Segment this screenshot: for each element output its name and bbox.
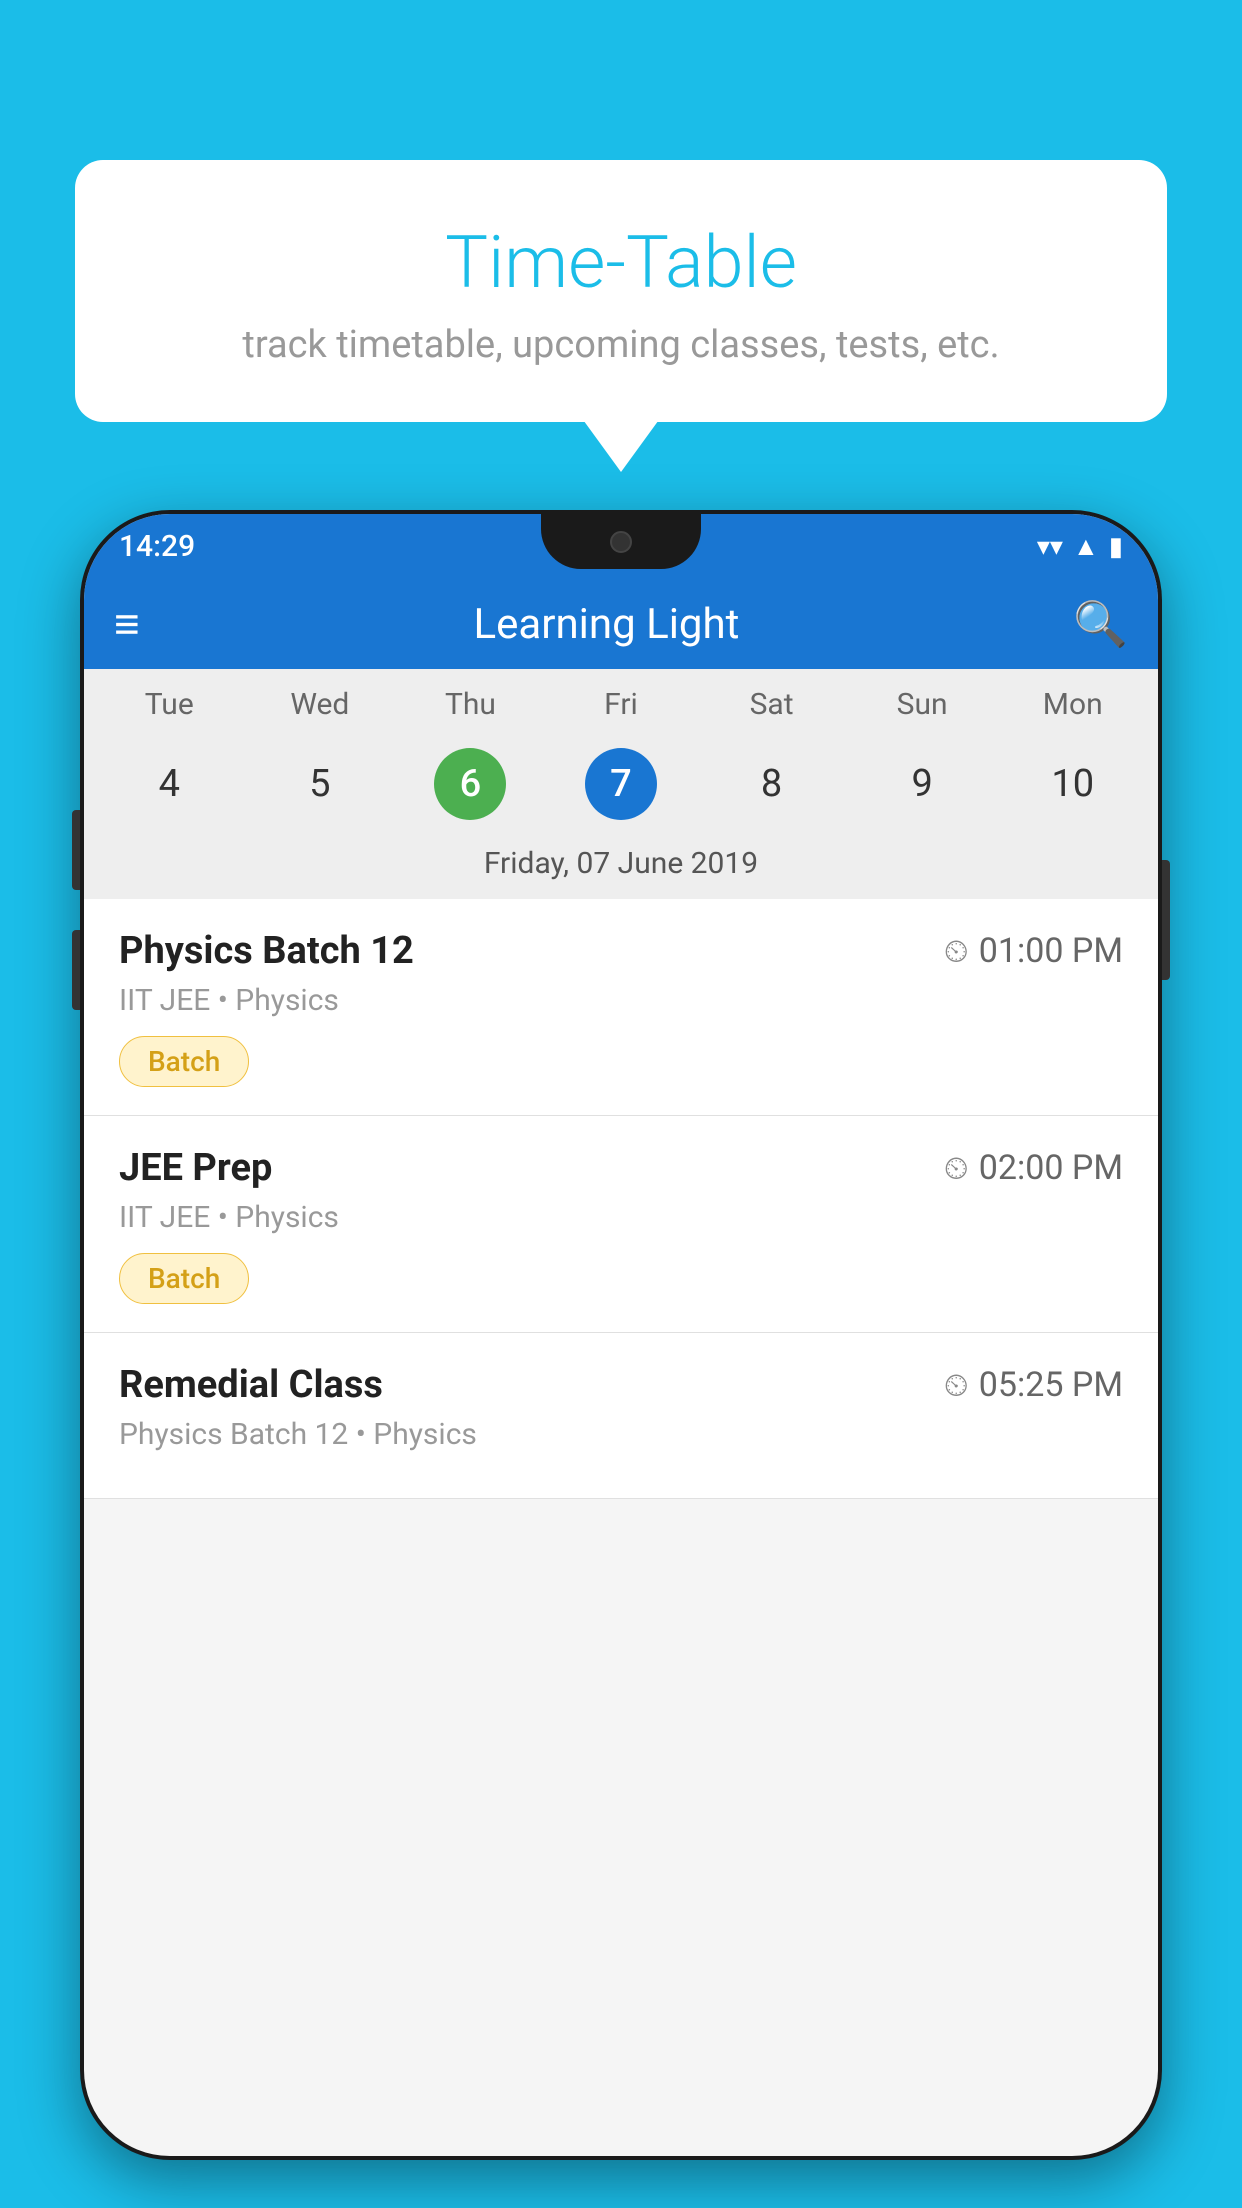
item-3-time: ⏲ 05:25 PM	[944, 1365, 1123, 1405]
phone-screen: 14:29 ▾▾ ▲ ▮ ≡ Learning Light 🔍 Tue	[84, 514, 1158, 2156]
date-7[interactable]: 7	[546, 740, 697, 828]
day-tue: Tue	[94, 687, 245, 732]
signal-icon: ▲	[1073, 531, 1099, 562]
search-icon[interactable]: 🔍	[1073, 598, 1128, 650]
date-6[interactable]: 6	[395, 740, 546, 828]
item-2-subtitle: IIT JEE • Physics	[119, 1200, 1123, 1235]
day-sat: Sat	[696, 687, 847, 732]
item-2-time: ⏲ 02:00 PM	[944, 1148, 1123, 1188]
phone-wrapper: 14:29 ▾▾ ▲ ▮ ≡ Learning Light 🔍 Tue	[80, 510, 1162, 2208]
item-1-time-text: 01:00 PM	[979, 931, 1123, 971]
schedule-item-1[interactable]: Physics Batch 12 ⏲ 01:00 PM IIT JEE • Ph…	[84, 899, 1158, 1116]
power-button	[1162, 860, 1170, 980]
status-time: 14:29	[119, 529, 195, 564]
selected-date-label: Friday, 07 June 2019	[84, 836, 1158, 899]
wifi-icon: ▾▾	[1037, 532, 1063, 562]
item-2-time-text: 02:00 PM	[979, 1148, 1123, 1188]
speech-bubble: Time-Table track timetable, upcoming cla…	[75, 160, 1167, 422]
battery-icon: ▮	[1109, 532, 1123, 562]
item-2-title: JEE Prep	[119, 1146, 272, 1190]
item-3-subtitle: Physics Batch 12 • Physics	[119, 1417, 1123, 1452]
menu-icon[interactable]: ≡	[114, 602, 140, 646]
day-wed: Wed	[245, 687, 396, 732]
day-mon: Mon	[997, 687, 1148, 732]
date-5[interactable]: 5	[245, 740, 396, 828]
clock-icon-1: ⏲	[944, 932, 969, 971]
clock-icon-3: ⏲	[944, 1366, 969, 1405]
date-10[interactable]: 10	[997, 740, 1148, 828]
date-today-circle[interactable]: 6	[434, 748, 506, 820]
days-header: Tue Wed Thu Fri Sat Sun Mon	[84, 687, 1158, 732]
camera	[610, 531, 632, 553]
phone-frame: 14:29 ▾▾ ▲ ▮ ≡ Learning Light 🔍 Tue	[80, 510, 1162, 2160]
bubble-title: Time-Table	[125, 220, 1117, 305]
day-thu: Thu	[395, 687, 546, 732]
clock-icon-2: ⏲	[944, 1149, 969, 1188]
item-2-header: JEE Prep ⏲ 02:00 PM	[119, 1146, 1123, 1190]
nav-bar: ≡ Learning Light 🔍	[84, 579, 1158, 669]
day-fri: Fri	[546, 687, 697, 732]
item-1-header: Physics Batch 12 ⏲ 01:00 PM	[119, 929, 1123, 973]
schedule-item-2[interactable]: JEE Prep ⏲ 02:00 PM IIT JEE • Physics Ba…	[84, 1116, 1158, 1333]
date-9[interactable]: 9	[847, 740, 998, 828]
item-1-subtitle: IIT JEE • Physics	[119, 983, 1123, 1018]
date-selected-circle[interactable]: 7	[585, 748, 657, 820]
notch	[541, 514, 701, 569]
volume-button-up	[72, 810, 80, 890]
status-icons: ▾▾ ▲ ▮	[1037, 531, 1123, 562]
status-bar: 14:29 ▾▾ ▲ ▮	[84, 514, 1158, 579]
volume-button-down	[72, 930, 80, 1010]
schedule-item-3[interactable]: Remedial Class ⏲ 05:25 PM Physics Batch …	[84, 1333, 1158, 1499]
item-1-time: ⏲ 01:00 PM	[944, 931, 1123, 971]
item-2-badge: Batch	[119, 1253, 249, 1304]
bubble-subtitle: track timetable, upcoming classes, tests…	[125, 323, 1117, 367]
day-sun: Sun	[847, 687, 998, 732]
item-3-title: Remedial Class	[119, 1363, 383, 1407]
app-title: Learning Light	[474, 600, 740, 649]
calendar-strip: Tue Wed Thu Fri Sat Sun Mon 4 5 6 7	[84, 669, 1158, 899]
item-3-time-text: 05:25 PM	[979, 1365, 1123, 1405]
item-3-header: Remedial Class ⏲ 05:25 PM	[119, 1363, 1123, 1407]
date-8[interactable]: 8	[696, 740, 847, 828]
schedule-list: Physics Batch 12 ⏲ 01:00 PM IIT JEE • Ph…	[84, 899, 1158, 1499]
item-1-badge: Batch	[119, 1036, 249, 1087]
date-4[interactable]: 4	[94, 740, 245, 828]
item-1-title: Physics Batch 12	[119, 929, 414, 973]
dates-row: 4 5 6 7 8 9 10	[84, 732, 1158, 836]
